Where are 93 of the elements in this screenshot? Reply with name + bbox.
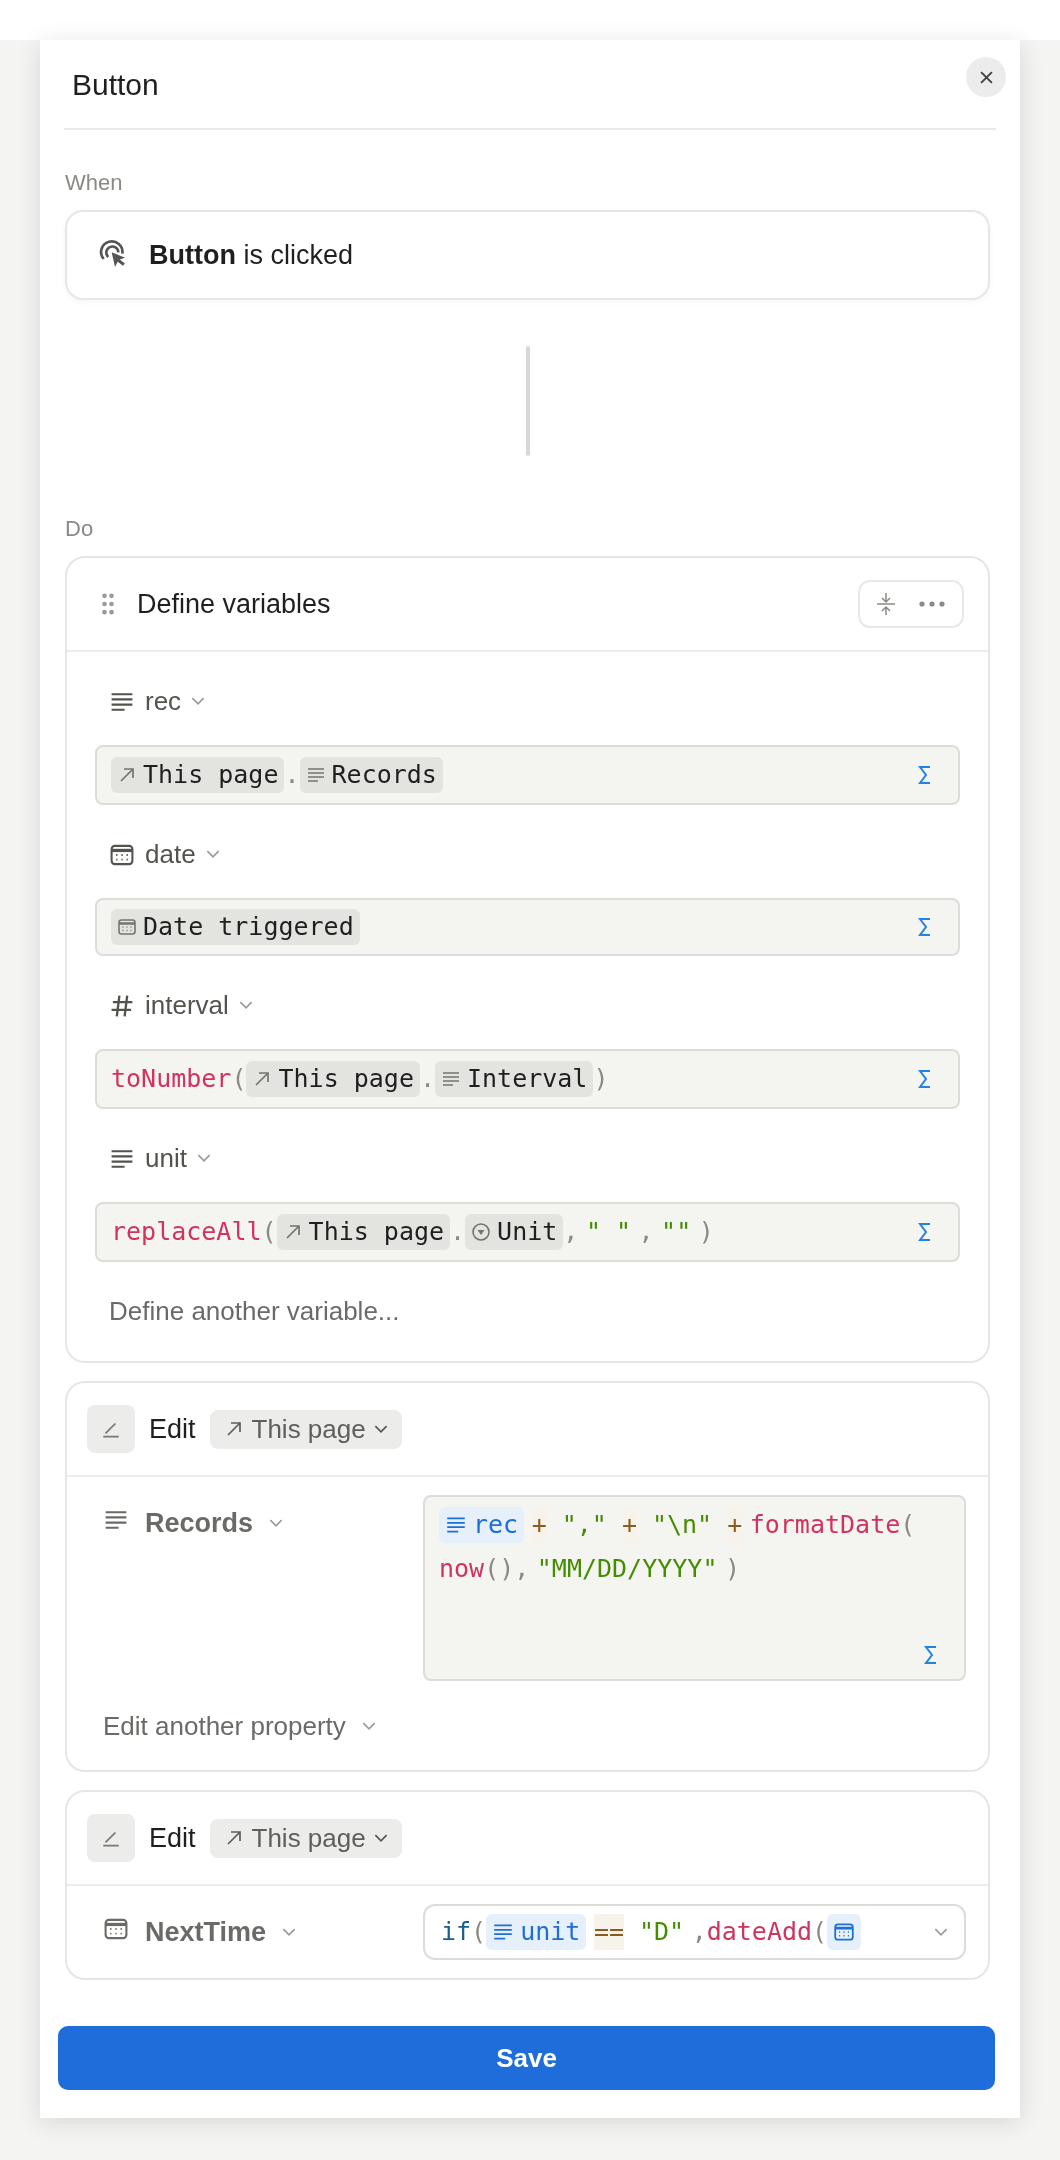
calendar-icon xyxy=(117,917,137,937)
punctuation: ( xyxy=(261,1216,277,1248)
punctuation: ( xyxy=(900,1509,916,1541)
section-label: When xyxy=(65,170,124,196)
action-label: Edit xyxy=(149,1413,196,1445)
string-literal: "MM/DD/YYYY" xyxy=(536,1553,718,1585)
variable-name[interactable]: rec xyxy=(95,652,960,745)
property-name[interactable]: NextTime xyxy=(103,1904,423,1960)
calendar-icon xyxy=(833,1921,856,1943)
trigger-text: Button is clicked xyxy=(149,239,353,271)
string-literal: "D" xyxy=(639,1916,685,1948)
variable-chip: rec xyxy=(439,1507,525,1543)
property-chip: Date triggered xyxy=(111,909,360,945)
property-chip: This page xyxy=(276,1214,451,1250)
dropdown-circle-icon xyxy=(471,1222,492,1242)
operator: == xyxy=(593,1914,624,1950)
formula-field[interactable]: if( unit == "D" ,dateAdd( xyxy=(423,1904,966,1960)
punctuation: ) xyxy=(593,1063,609,1095)
more-icon[interactable] xyxy=(918,601,946,607)
variable-name[interactable]: interval xyxy=(95,956,960,1049)
add-property-dropdown[interactable]: Edit another property xyxy=(103,1681,966,1752)
function-name: now xyxy=(439,1553,485,1585)
pencil-icon xyxy=(87,1814,135,1862)
section-label: Do xyxy=(65,516,95,542)
function-name: toNumber xyxy=(111,1063,232,1095)
punctuation: (), xyxy=(484,1553,530,1585)
function-name: dateAdd xyxy=(706,1916,813,1948)
variable-name[interactable]: date xyxy=(95,805,960,898)
punctuation: , xyxy=(638,1216,654,1248)
chevron-icon xyxy=(282,1927,297,1937)
chevron-icon xyxy=(934,1927,948,1937)
add-variable-link[interactable]: Define another variable... xyxy=(95,1262,960,1341)
property-chip: Interval xyxy=(435,1061,594,1097)
property-chip: Unit xyxy=(465,1214,564,1250)
save-button[interactable]: Save xyxy=(58,2026,995,2090)
hash-icon xyxy=(109,992,135,1019)
string-literal: " " xyxy=(585,1216,632,1248)
punctuation: . xyxy=(419,1063,435,1095)
chevron-icon xyxy=(373,1424,388,1434)
pencil-icon xyxy=(87,1405,135,1453)
action-label: Edit xyxy=(149,1822,196,1854)
chevron-icon xyxy=(191,697,206,706)
chevron-icon xyxy=(196,1154,211,1163)
target-dropdown[interactable]: This page xyxy=(209,1409,402,1449)
card-title: Define variables xyxy=(137,588,332,620)
function-name: replaceAll xyxy=(111,1216,262,1248)
target-dropdown[interactable]: This page xyxy=(209,1818,402,1858)
punctuation: , xyxy=(563,1216,579,1248)
trigger-card[interactable]: Button is clicked xyxy=(65,210,990,300)
close-button[interactable] xyxy=(966,57,1006,97)
punctuation: . xyxy=(284,759,300,791)
punctuation: ( xyxy=(812,1916,828,1948)
property-chip: Records xyxy=(299,757,443,793)
text-lines-icon xyxy=(305,765,326,785)
string-literal: "\n" xyxy=(651,1509,713,1541)
string-literal: "" xyxy=(661,1216,692,1248)
punctuation: ) xyxy=(724,1553,740,1585)
formula-icon[interactable] xyxy=(924,1645,938,1665)
close-icon xyxy=(979,70,993,84)
variable-chip: unit xyxy=(486,1914,587,1950)
property-name[interactable]: Records xyxy=(103,1495,423,1551)
operator: + xyxy=(621,1507,637,1543)
formula-icon[interactable] xyxy=(918,765,932,785)
drag-handle-icon[interactable] xyxy=(101,592,115,616)
formula-field[interactable]: Date triggered xyxy=(95,898,960,956)
chevron-icon xyxy=(361,1722,376,1731)
text-lines-icon xyxy=(441,1069,461,1089)
chevron-icon xyxy=(269,1518,284,1528)
operator: + xyxy=(727,1507,743,1543)
formula-icon[interactable] xyxy=(918,1069,932,1089)
chevron-icon xyxy=(205,850,220,859)
formula-field[interactable]: This page . Records xyxy=(95,745,960,805)
chevron-icon xyxy=(238,1001,253,1010)
function-name: formatDate xyxy=(749,1509,901,1541)
punctuation: , xyxy=(691,1916,707,1948)
property-chip: This page xyxy=(111,757,285,793)
punctuation: . xyxy=(450,1216,466,1248)
punctuation: ( xyxy=(471,1916,487,1948)
string-literal: "," xyxy=(561,1509,607,1541)
operator: + xyxy=(531,1507,547,1543)
formula-icon[interactable] xyxy=(918,1222,932,1242)
chevron-icon xyxy=(373,1833,388,1843)
formula-field[interactable]: replaceAll( This page . Unit , " " , "" ) xyxy=(95,1202,960,1262)
property-chip: This page xyxy=(246,1061,420,1097)
collapse-icon[interactable] xyxy=(876,592,896,616)
dialog-title: Button xyxy=(72,67,159,102)
formula-field[interactable]: toNumber( This page . Interval ) xyxy=(95,1049,960,1109)
punctuation: ( xyxy=(231,1063,247,1095)
formula-icon[interactable] xyxy=(918,917,932,937)
variable-name[interactable]: unit xyxy=(95,1109,960,1202)
formula-field[interactable]: rec + "," + "\n" + formatDate( now(), "MM/DD/YYYY" ) xyxy=(423,1495,966,1681)
keyword: if xyxy=(441,1916,472,1948)
punctuation: ) xyxy=(698,1216,714,1248)
